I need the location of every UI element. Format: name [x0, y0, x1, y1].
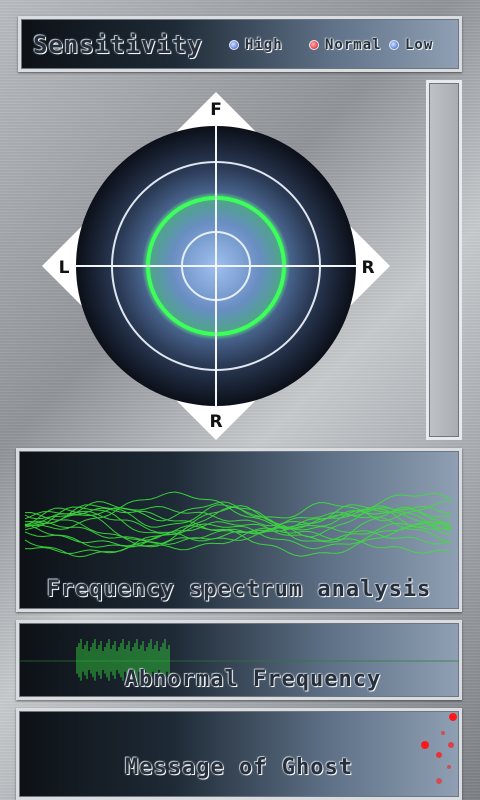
direction-left-label: L [59, 258, 70, 278]
ghost-message-panel: Message of Ghost [16, 708, 462, 800]
sensitivity-high-label: High [245, 37, 283, 53]
sensitivity-option-low[interactable]: Low [389, 37, 433, 53]
spectrum-title: Frequency spectrum analysis [46, 577, 432, 602]
spectrum-waves [24, 491, 452, 558]
sensitivity-panel: Sensitivity High Normal Low [18, 16, 462, 72]
direction-front-label: F [210, 100, 222, 120]
signal-meter [426, 80, 462, 440]
spectrum-panel: Frequency spectrum analysis [16, 448, 462, 612]
ghost-message-title: Message of Ghost [125, 755, 353, 780]
sensitivity-low-label: Low [405, 37, 434, 53]
radio-normal-icon[interactable] [309, 40, 319, 50]
sensitivity-normal-label: Normal [325, 37, 382, 53]
sensitivity-title: Sensitivity [33, 31, 203, 59]
sensitivity-option-normal[interactable]: Normal [309, 37, 382, 53]
radio-high-icon[interactable] [229, 40, 239, 50]
sensitivity-option-high[interactable]: High [229, 37, 283, 53]
direction-right-label: R [361, 258, 374, 278]
abnormal-frequency-panel: Abnormal Frequency [16, 620, 462, 700]
radar-svg: F L R R [42, 92, 390, 440]
ghost-dots [421, 713, 457, 784]
abnormal-frequency-title: Abnormal Frequency [124, 667, 382, 692]
direction-radar: F L R R [40, 90, 392, 442]
direction-back-label: R [209, 412, 222, 432]
radio-low-icon[interactable] [389, 40, 399, 50]
